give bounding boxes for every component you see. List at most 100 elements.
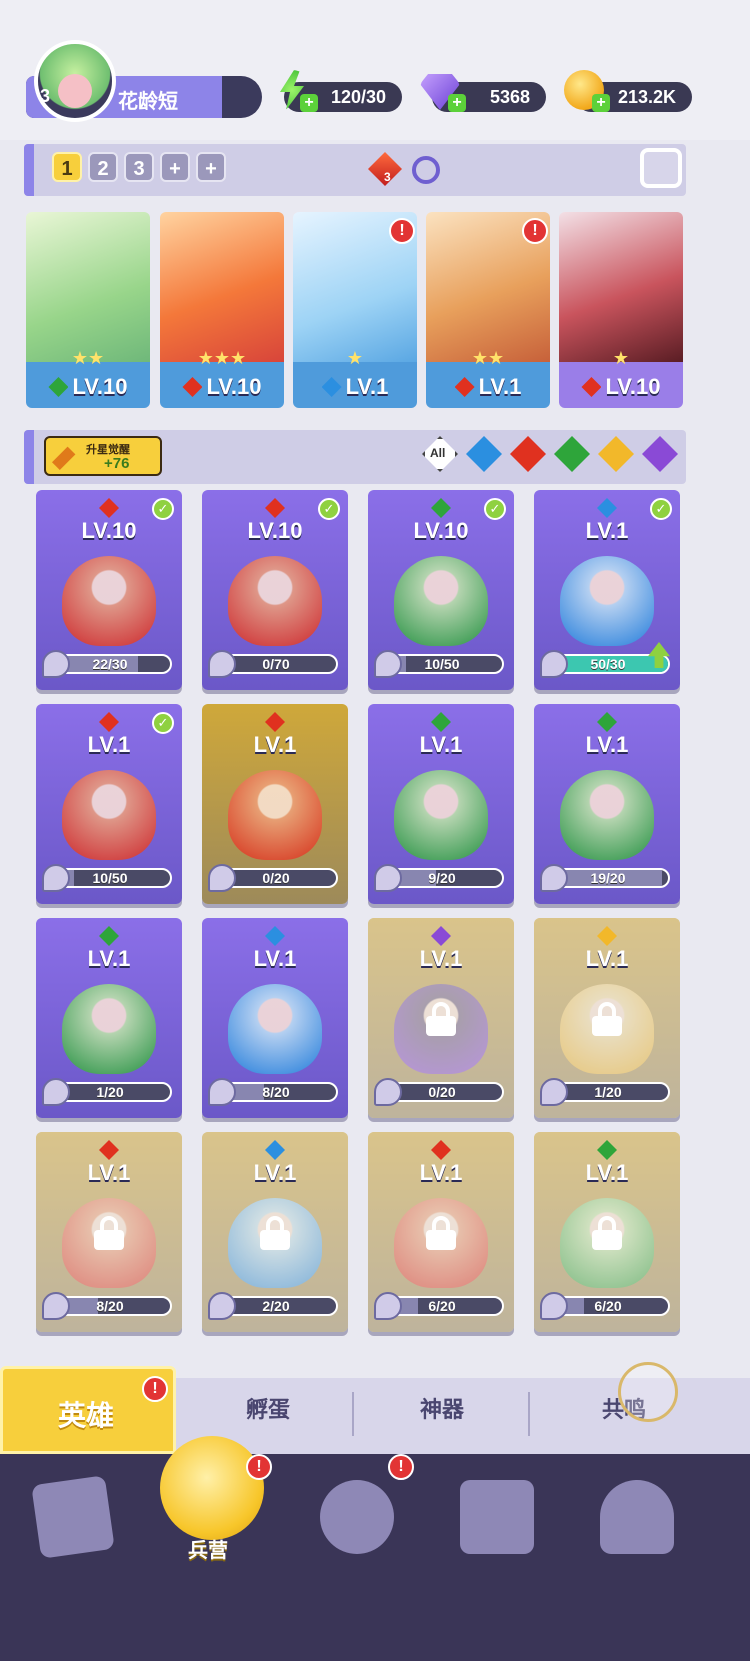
locked-hero-card[interactable]: LV.1 6/20 xyxy=(534,1132,680,1332)
fire-element-icon xyxy=(454,377,475,397)
energy-counter[interactable]: + 120/30 xyxy=(280,70,402,112)
star-rating: ★ xyxy=(612,348,630,368)
coin-value: 213.2K xyxy=(617,87,676,107)
star-rating: ★★ xyxy=(471,348,505,368)
team-member-card[interactable]: ★★ LV.1 ! xyxy=(426,212,550,408)
map-icon[interactable] xyxy=(320,1480,394,1554)
flame-count: 3 xyxy=(384,170,391,184)
player-avatar[interactable] xyxy=(34,40,116,122)
shard-icon xyxy=(208,650,236,678)
team-members: ★★ LV.10 ★★★ LV.10 ★ LV.1 ! ★★ LV.1 ! ★ … xyxy=(26,212,686,408)
alert-badge: ! xyxy=(142,1376,168,1402)
player-profile[interactable]: 3 花龄短 xyxy=(26,40,266,122)
hero-portrait xyxy=(228,984,322,1074)
hero-card[interactable]: LV.1 0/20 xyxy=(202,704,348,904)
team-tab-3[interactable]: 3 xyxy=(124,152,154,182)
team-tab-add-2[interactable]: + xyxy=(196,152,226,182)
lock-icon xyxy=(426,1002,456,1036)
hero-level: LV.10 xyxy=(413,518,469,543)
cards-icon[interactable] xyxy=(31,1475,115,1559)
coin-counter[interactable]: + 213.2K xyxy=(564,70,692,112)
floating-ring-button[interactable] xyxy=(618,1362,678,1422)
add-energy-icon[interactable]: + xyxy=(300,94,318,112)
hero-portrait xyxy=(560,770,654,860)
hero-level: LV.1 xyxy=(419,1160,463,1185)
tab-hatch[interactable]: 孵蛋 xyxy=(246,1392,290,1424)
shard-icon xyxy=(208,1078,236,1106)
nature-element-icon xyxy=(48,377,69,397)
in-team-check-icon: ✓ xyxy=(650,498,672,520)
locked-hero-card[interactable]: LV.1 0/20 xyxy=(368,918,514,1118)
team-tab-add-1[interactable]: + xyxy=(160,152,190,182)
member-level: LV.1 xyxy=(345,374,389,399)
hero-portrait xyxy=(394,556,488,646)
locked-shop-icon[interactable] xyxy=(460,1480,534,1554)
add-gem-icon[interactable]: + xyxy=(448,94,466,112)
add-coin-icon[interactable]: + xyxy=(592,94,610,112)
hero-level: LV.1 xyxy=(585,1160,629,1185)
upgrade-awaken-button[interactable]: 升星觉醒 +76 xyxy=(44,436,162,476)
locked-hero-card[interactable]: LV.1 1/20 xyxy=(534,918,680,1118)
hero-card[interactable]: LV.1 9/20 xyxy=(368,704,514,904)
lock-icon xyxy=(94,1216,124,1250)
hero-card[interactable]: LV.1 ✓ 50/30 xyxy=(534,490,680,690)
barracks-icon[interactable] xyxy=(160,1436,264,1540)
star-rating: ★ xyxy=(346,348,364,368)
hero-card[interactable]: LV.10 ✓ 10/50 xyxy=(368,490,514,690)
shard-icon xyxy=(374,1078,402,1106)
shard-icon xyxy=(374,650,402,678)
alert-badge: ! xyxy=(246,1454,272,1480)
shard-icon xyxy=(540,650,568,678)
hero-level: LV.1 xyxy=(87,946,131,971)
member-level: LV.10 xyxy=(605,374,661,399)
hero-card[interactable]: LV.1 19/20 xyxy=(534,704,680,904)
hero-card[interactable]: LV.10 ✓ 0/70 xyxy=(202,490,348,690)
search-icon[interactable] xyxy=(412,156,440,184)
locked-hero-card[interactable]: LV.1 8/20 xyxy=(36,1132,182,1332)
tab-artifacts[interactable]: 神器 xyxy=(420,1392,464,1424)
hero-level: LV.10 xyxy=(247,518,303,543)
shard-icon xyxy=(540,1292,568,1320)
alert-badge: ! xyxy=(389,218,415,244)
hero-portrait xyxy=(62,556,156,646)
sword-icon xyxy=(52,446,76,470)
hero-level: LV.1 xyxy=(585,732,629,757)
team-member-card[interactable]: ★★ LV.10 xyxy=(26,212,150,408)
shard-icon xyxy=(208,864,236,892)
shard-icon xyxy=(374,1292,402,1320)
locked-hero-card[interactable]: LV.1 6/20 xyxy=(368,1132,514,1332)
energy-value: 120/30 xyxy=(330,87,386,107)
lock-icon xyxy=(592,1216,622,1250)
hero-level: LV.1 xyxy=(87,732,131,757)
locked-hero-card[interactable]: LV.1 2/20 xyxy=(202,1132,348,1332)
hero-level: LV.10 xyxy=(81,518,137,543)
hero-level: LV.1 xyxy=(253,946,297,971)
share-icon[interactable] xyxy=(640,148,682,188)
hero-portrait xyxy=(228,556,322,646)
gem-counter[interactable]: + 5368 xyxy=(420,74,546,112)
hero-card[interactable]: LV.10 ✓ 22/30 xyxy=(36,490,182,690)
in-team-check-icon: ✓ xyxy=(152,498,174,520)
tab-heroes-label: 英雄 xyxy=(58,1400,115,1431)
team-member-card[interactable]: ★ LV.10 xyxy=(559,212,683,408)
hero-portrait xyxy=(560,556,654,646)
hero-level: LV.1 xyxy=(419,732,463,757)
mushroom-icon[interactable] xyxy=(600,1480,674,1554)
hero-card[interactable]: LV.1 ✓ 10/50 xyxy=(36,704,182,904)
lock-icon xyxy=(426,1216,456,1250)
hero-card[interactable]: LV.1 1/20 xyxy=(36,918,182,1118)
member-level: LV.10 xyxy=(206,374,262,399)
hero-level: LV.1 xyxy=(253,732,297,757)
team-member-card[interactable]: ★★★ LV.10 xyxy=(160,212,284,408)
nav-barracks-label: 兵营 xyxy=(188,1540,228,1562)
team-tab-1[interactable]: 1 xyxy=(52,152,82,182)
team-member-card[interactable]: ★ LV.1 ! xyxy=(293,212,417,408)
player-level: 3 xyxy=(40,86,51,106)
in-team-check-icon: ✓ xyxy=(318,498,340,520)
shard-icon xyxy=(540,1078,568,1106)
hero-card[interactable]: LV.1 8/20 xyxy=(202,918,348,1118)
hero-level: LV.1 xyxy=(87,1160,131,1185)
shard-icon xyxy=(374,864,402,892)
team-tab-2[interactable]: 2 xyxy=(88,152,118,182)
in-team-check-icon: ✓ xyxy=(152,712,174,734)
